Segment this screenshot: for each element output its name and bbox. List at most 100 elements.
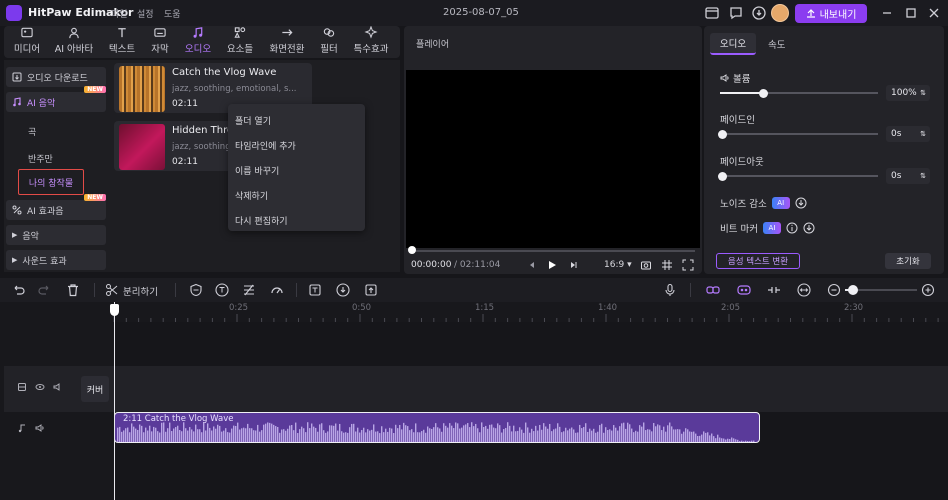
fadeout-value-box[interactable]: 0s ⇅: [886, 168, 930, 184]
volume-slider[interactable]: [720, 88, 878, 98]
reset-button[interactable]: 초기화: [885, 253, 931, 269]
delete-icon[interactable]: [66, 283, 80, 297]
ctx-add-to-timeline[interactable]: 타임라인에 추가: [228, 133, 365, 158]
video-track[interactable]: [4, 366, 948, 412]
zoom-in-icon[interactable]: [921, 283, 935, 297]
ctx-delete[interactable]: 삭제하기: [228, 183, 365, 208]
ctx-rename[interactable]: 이름 바꾸기: [228, 158, 365, 183]
fullscreen-icon[interactable]: [682, 259, 694, 271]
ctx-re-edit[interactable]: 다시 편집하기: [228, 208, 365, 233]
text-box-icon[interactable]: [215, 283, 229, 297]
feedback-icon[interactable]: [729, 6, 743, 20]
sidebar-item-music[interactable]: ▶ 음악: [6, 225, 106, 245]
fadein-label: 페이드인: [720, 115, 755, 126]
cover-button[interactable]: 커버: [81, 376, 109, 402]
volume-slider-knob[interactable]: [758, 88, 768, 98]
export-frame-icon[interactable]: [364, 283, 378, 297]
next-frame-icon[interactable]: [567, 259, 579, 271]
maximize-icon[interactable]: [904, 6, 918, 20]
prev-frame-icon[interactable]: [526, 259, 538, 271]
download-icon[interactable]: [752, 6, 766, 20]
shield-icon[interactable]: [189, 283, 203, 297]
zoom-out-icon[interactable]: [827, 283, 841, 297]
menu-file[interactable]: 파일: [111, 7, 128, 20]
microphone-icon[interactable]: [663, 283, 677, 297]
tab-transition[interactable]: 화면전환: [264, 26, 310, 58]
new-badge: NEW: [84, 86, 106, 93]
fadein-value-box[interactable]: 0s ⇅: [886, 126, 930, 142]
add-text-icon[interactable]: [308, 283, 322, 297]
link-icon[interactable]: [706, 283, 720, 297]
snapshot-icon[interactable]: [640, 259, 652, 271]
magnet-icon[interactable]: [737, 283, 751, 297]
sidebar-sub-my-creations[interactable]: 나의 창작물: [18, 169, 84, 195]
speech-to-text-button[interactable]: 음성 텍스트 변환: [716, 253, 800, 269]
sidebar-item-ai-music[interactable]: AI 음악 NEW: [6, 86, 106, 112]
track-title: Catch the Vlog Wave: [172, 67, 277, 78]
info-icon[interactable]: [786, 222, 798, 234]
volume-value-box[interactable]: 100% ⇅: [886, 85, 930, 101]
play-icon[interactable]: [546, 259, 558, 271]
fadeout-slider[interactable]: [718, 171, 878, 181]
redo-icon[interactable]: [38, 283, 52, 297]
ai-tag[interactable]: AI: [762, 222, 781, 234]
sidebar-item-audio-download[interactable]: 오디오 다운로드: [6, 67, 106, 87]
scene-cut-icon[interactable]: [242, 283, 256, 297]
fadeout-slider-knob[interactable]: [718, 171, 727, 181]
fit-timeline-icon[interactable]: [797, 283, 811, 297]
sidebar-item-sound-effects[interactable]: ▶ 사운드 효과: [6, 250, 106, 270]
close-icon[interactable]: [927, 6, 941, 20]
export-button[interactable]: 내보내기: [795, 4, 867, 23]
timeline-ruler[interactable]: 0:25 0:50 1:15 1:40 2:05 2:30: [0, 302, 948, 322]
speed-icon[interactable]: [270, 283, 284, 297]
zoom-slider-knob[interactable]: [848, 285, 858, 295]
preview-screen[interactable]: [406, 70, 700, 248]
ctx-open-folder[interactable]: 폴더 열기: [228, 108, 365, 133]
tab-filter[interactable]: 필터: [316, 26, 342, 58]
effects-icon: [364, 26, 378, 39]
track-visibility-icon[interactable]: [35, 382, 45, 392]
sidebar-sub-songs[interactable]: 곡: [28, 125, 36, 138]
toolbar-divider: [175, 283, 176, 297]
sidebar-item-ai-sfx[interactable]: AI 효과음 NEW: [6, 194, 106, 220]
tab-ai-avatar[interactable]: AI 아바타: [52, 26, 96, 58]
zoom-slider[interactable]: [845, 285, 917, 295]
playhead-handle[interactable]: [110, 304, 119, 316]
track-mute-icon[interactable]: [53, 382, 63, 392]
tab-subtitle[interactable]: 자막: [146, 26, 174, 58]
undo-icon[interactable]: [11, 283, 25, 297]
tab-elements[interactable]: 요소들: [222, 26, 258, 58]
sidebar-sub-accompaniment[interactable]: 반주만: [28, 152, 53, 165]
scrub-bar[interactable]: [411, 250, 695, 252]
minimize-icon[interactable]: [880, 6, 894, 20]
tab-effects[interactable]: 특수효과: [348, 26, 394, 58]
audio-clip[interactable]: 2:11 Catch the Vlog Wave: [114, 412, 760, 443]
user-avatar[interactable]: [771, 4, 789, 22]
tab-speed[interactable]: 속도: [768, 37, 785, 51]
scrub-handle[interactable]: [408, 246, 416, 254]
layout-icon[interactable]: [705, 6, 719, 20]
aspect-ratio-select[interactable]: 16:9 ▾: [604, 260, 632, 270]
detach-icon[interactable]: [767, 283, 781, 297]
download-icon[interactable]: [803, 222, 815, 234]
tab-label: 화면전환: [269, 44, 305, 55]
download-icon[interactable]: [795, 197, 807, 209]
fadein-slider[interactable]: [718, 129, 878, 139]
track-lock-icon[interactable]: [17, 382, 27, 392]
tab-text[interactable]: 텍스트: [104, 26, 140, 58]
fadein-slider-knob[interactable]: [718, 129, 727, 139]
download-icon[interactable]: [336, 283, 350, 297]
track-mute-icon[interactable]: [35, 423, 45, 433]
split-button[interactable]: 분리하기: [123, 284, 158, 298]
stepper-icon: ⇅: [920, 172, 926, 180]
menu-help[interactable]: 도움: [164, 7, 181, 20]
tab-media[interactable]: 미디어: [8, 26, 46, 58]
tab-audio-props[interactable]: 오디오: [710, 33, 756, 55]
current-time: 00:00:00: [411, 260, 452, 270]
ai-tag[interactable]: AI: [771, 197, 790, 209]
scissors-icon[interactable]: [105, 283, 119, 297]
grid-icon[interactable]: [661, 259, 673, 271]
playhead-line[interactable]: [114, 302, 115, 500]
menu-settings[interactable]: 설정: [137, 7, 154, 20]
tab-audio[interactable]: 오디오: [180, 26, 216, 58]
